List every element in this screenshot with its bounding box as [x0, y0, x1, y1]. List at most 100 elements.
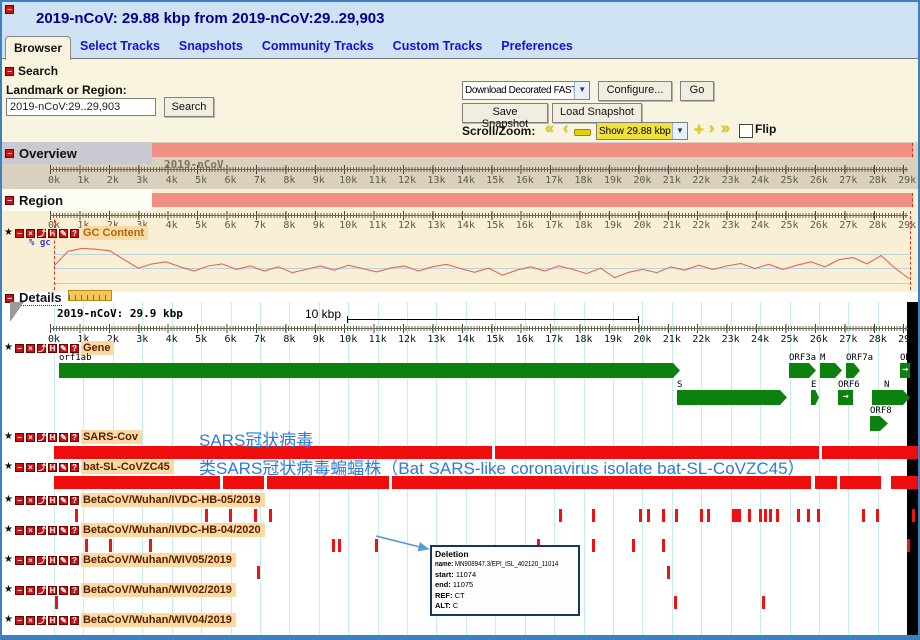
variant-tick[interactable]	[764, 509, 767, 522]
favorite-star-icon[interactable]: ★	[4, 432, 13, 442]
help-icon[interactable]: ?	[70, 496, 79, 505]
tab-preferences[interactable]: Preferences	[501, 39, 573, 53]
share-icon[interactable]: ⤴	[37, 616, 46, 625]
scroll-right-icon[interactable]: ›	[709, 120, 714, 138]
variant-tick[interactable]	[254, 509, 257, 522]
edit-icon[interactable]: ✎	[59, 526, 68, 535]
share-icon[interactable]: ⤴	[37, 526, 46, 535]
edit-icon[interactable]: ✎	[59, 463, 68, 472]
favorite-star-icon[interactable]: ★	[4, 585, 13, 595]
help-icon[interactable]: ?	[70, 463, 79, 472]
config-icon[interactable]: Η	[48, 344, 57, 353]
zoom-out-icon[interactable]	[574, 129, 591, 136]
track-label[interactable]: GC Content	[81, 226, 148, 240]
collapse-overview-icon[interactable]: −	[5, 149, 14, 158]
tab-browser[interactable]: Browser	[5, 36, 71, 60]
config-icon[interactable]: Η	[48, 616, 57, 625]
help-icon[interactable]: ?	[70, 586, 79, 595]
config-icon[interactable]: Η	[48, 526, 57, 535]
close-icon[interactable]: ×	[26, 433, 35, 442]
share-icon[interactable]: ⤴	[37, 229, 46, 238]
config-icon[interactable]: Η	[48, 556, 57, 565]
gene-glyph-or[interactable]: →	[900, 363, 910, 378]
close-icon[interactable]: ×	[26, 496, 35, 505]
share-icon[interactable]: ⤴	[37, 344, 46, 353]
help-icon[interactable]: ?	[70, 229, 79, 238]
variant-tick[interactable]	[559, 509, 562, 522]
close-icon[interactable]: ×	[26, 556, 35, 565]
edit-icon[interactable]: ✎	[59, 556, 68, 565]
variant-tick[interactable]	[662, 539, 665, 552]
minus-icon[interactable]: −	[15, 229, 24, 238]
track-label[interactable]: BetaCoV/Wuhan/IVDC-HB-04/2020	[81, 523, 265, 537]
variant-tick[interactable]	[639, 509, 642, 522]
scroll-far-right-icon[interactable]: »	[721, 120, 730, 138]
tab-snapshots[interactable]: Snapshots	[179, 39, 243, 53]
close-icon[interactable]: ×	[26, 586, 35, 595]
favorite-star-icon[interactable]: ★	[4, 525, 13, 535]
edit-icon[interactable]: ✎	[59, 496, 68, 505]
minus-icon[interactable]: −	[15, 496, 24, 505]
scroll-far-left-icon[interactable]: «	[545, 120, 554, 138]
help-icon[interactable]: ?	[70, 616, 79, 625]
edit-icon[interactable]: ✎	[59, 229, 68, 238]
tab-custom-tracks[interactable]: Custom Tracks	[393, 39, 483, 53]
variant-tick[interactable]	[762, 596, 765, 609]
variant-tick[interactable]	[769, 509, 772, 522]
share-icon[interactable]: ⤴	[37, 556, 46, 565]
variant-tick[interactable]	[748, 509, 751, 522]
variant-tick[interactable]	[269, 509, 272, 522]
variant-tick[interactable]	[632, 539, 635, 552]
variant-tick[interactable]	[759, 509, 762, 522]
gene-glyph-s[interactable]	[677, 390, 787, 405]
save-snapshot-button[interactable]: Save Snapshot	[462, 103, 548, 123]
track-label[interactable]: SARS-Cov	[81, 430, 142, 444]
variant-tick[interactable]	[592, 509, 595, 522]
gene-glyph-orf1ab[interactable]	[59, 363, 680, 378]
share-icon[interactable]: ⤴	[37, 586, 46, 595]
track-label[interactable]: BetaCoV/Wuhan/WIV04/2019	[81, 613, 236, 627]
edit-icon[interactable]: ✎	[59, 433, 68, 442]
minus-icon[interactable]: −	[15, 433, 24, 442]
go-button[interactable]: Go	[680, 81, 714, 101]
track-label[interactable]: BetaCoV/Wuhan/WIV05/2019	[81, 553, 236, 567]
variant-tick[interactable]	[807, 509, 810, 522]
favorite-star-icon[interactable]: ★	[4, 343, 13, 353]
close-icon[interactable]: ×	[26, 526, 35, 535]
close-icon[interactable]: ×	[26, 616, 35, 625]
landmark-input[interactable]	[6, 98, 156, 116]
fasta-file-select[interactable]: Download Decorated FASTA File ▼	[462, 81, 590, 100]
scroll-left-icon[interactable]: ‹	[563, 120, 568, 138]
variant-tick[interactable]	[667, 566, 670, 579]
variant-tick[interactable]	[149, 539, 152, 552]
ruler-track-chip[interactable]	[68, 290, 112, 301]
variant-tick[interactable]	[738, 509, 741, 522]
config-icon[interactable]: Η	[48, 433, 57, 442]
help-icon[interactable]: ?	[70, 526, 79, 535]
flip-checkbox[interactable]	[739, 124, 753, 138]
edit-icon[interactable]: ✎	[59, 586, 68, 595]
config-icon[interactable]: Η	[48, 496, 57, 505]
variant-tick[interactable]	[662, 509, 665, 522]
search-button[interactable]: Search	[164, 97, 214, 117]
track-label[interactable]: bat-SL-CoVZC45	[81, 460, 174, 474]
variant-tick[interactable]	[700, 509, 703, 522]
share-icon[interactable]: ⤴	[37, 433, 46, 442]
close-icon[interactable]: ×	[26, 229, 35, 238]
gene-glyph-orf6[interactable]: →	[838, 390, 853, 405]
variant-tick[interactable]	[707, 509, 710, 522]
collapse-search-icon[interactable]: −	[5, 67, 14, 76]
edit-icon[interactable]: ✎	[59, 344, 68, 353]
tab-community-tracks[interactable]: Community Tracks	[262, 39, 374, 53]
chevron-down-icon[interactable]: ▼	[672, 123, 687, 139]
share-icon[interactable]: ⤴	[37, 496, 46, 505]
variant-tick[interactable]	[109, 539, 112, 552]
help-icon[interactable]: ?	[70, 433, 79, 442]
variant-tick[interactable]	[674, 596, 677, 609]
zoom-level-select[interactable]: Show 29.88 kbp ▼	[596, 122, 688, 140]
variant-tick[interactable]	[675, 509, 678, 522]
variant-tick[interactable]	[75, 509, 78, 522]
variant-tick[interactable]	[907, 539, 910, 552]
variant-tick[interactable]	[797, 509, 800, 522]
variant-tick[interactable]	[776, 509, 779, 522]
